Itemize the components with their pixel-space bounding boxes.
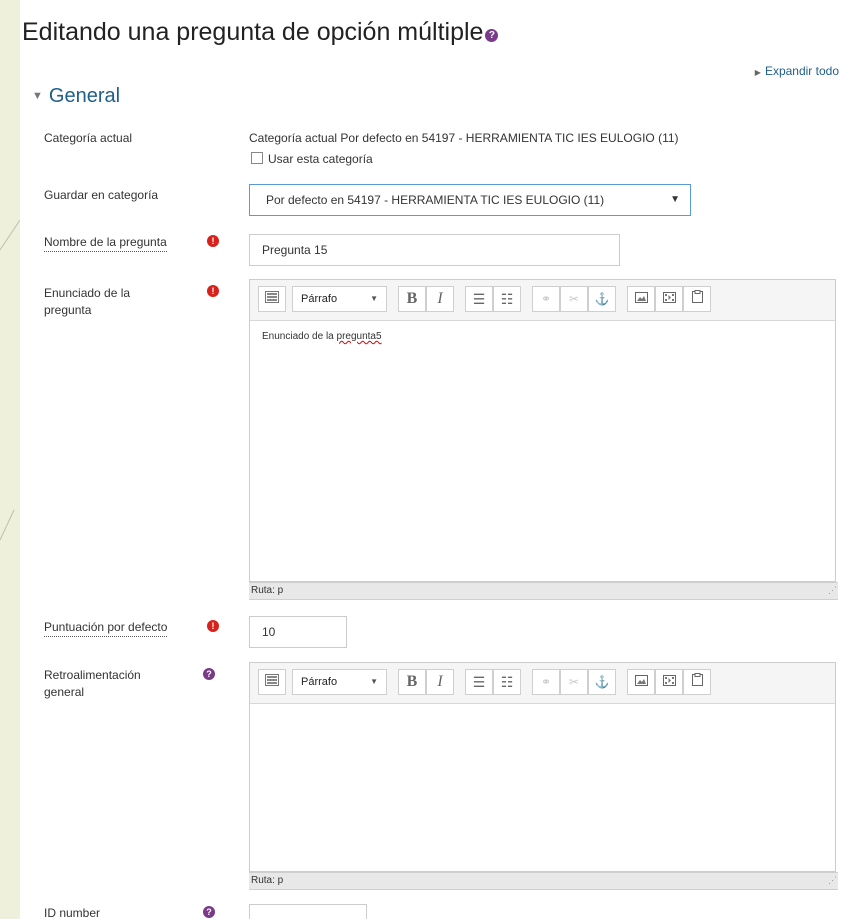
general-feedback-label-line2: general xyxy=(44,685,85,699)
unordered-list-icon[interactable]: ☰ xyxy=(465,286,493,312)
kitchen-sink-icon[interactable] xyxy=(258,669,286,695)
image-icon[interactable] xyxy=(627,669,655,695)
paragraph-format-select[interactable]: Párrafo ▼ xyxy=(292,669,387,695)
expand-all-label: Expandir todo xyxy=(764,64,839,78)
question-name-label: Nombre de la pregunta xyxy=(44,234,167,252)
editor-toolbar: Párrafo ▼ B I ☰ ☷ ⚭ ✂ ⚓ xyxy=(250,663,835,704)
link-icon[interactable]: ⚭ xyxy=(532,286,560,312)
page-title-text: Editando una pregunta de opción múltiple xyxy=(22,18,484,46)
paragraph-format-label: Párrafo xyxy=(301,676,338,688)
general-feedback-editor[interactable]: Párrafo ▼ B I ☰ ☷ ⚭ ✂ ⚓ xyxy=(249,662,836,872)
italic-icon[interactable]: I xyxy=(426,669,454,695)
section-general-toggle[interactable]: ▼ General xyxy=(32,85,120,108)
slide-decoration xyxy=(0,219,20,541)
question-text-editor[interactable]: Párrafo ▼ B I ☰ ☷ ⚭ ✂ ⚓ Enunciado de la p… xyxy=(249,279,836,582)
unlink-icon[interactable]: ✂ xyxy=(560,669,588,695)
title-help-icon[interactable]: ? xyxy=(485,29,499,42)
italic-icon[interactable]: I xyxy=(426,286,454,312)
collapse-caret-icon: ▼ xyxy=(32,90,43,102)
question-text-path: Ruta: p xyxy=(251,585,284,596)
section-general-label: General xyxy=(48,85,121,107)
resize-grip-icon[interactable]: ⋰ xyxy=(828,582,837,598)
question-text-label-line2: pregunta xyxy=(44,303,92,317)
general-feedback-pathbar: Ruta: p ⋰ xyxy=(249,872,838,890)
anchor-icon[interactable]: ⚓ xyxy=(588,286,616,312)
unlink-icon[interactable]: ✂ xyxy=(560,286,588,312)
id-number-label: ID number xyxy=(44,906,101,919)
question-text-content-misspelled: pregunta5 xyxy=(336,331,382,342)
form-panel: Editando una pregunta de opción múltiple… xyxy=(20,0,843,919)
question-name-input[interactable]: Pregunta 15 xyxy=(249,234,620,266)
save-category-label: Guardar en categoría xyxy=(44,188,159,202)
ordered-list-icon[interactable]: ☷ xyxy=(493,669,521,695)
default-mark-label: Puntuación por defecto xyxy=(44,619,168,637)
save-category-selected: Por defecto en 54197 - HERRAMIENTA TIC I… xyxy=(266,193,605,207)
expand-all-link[interactable]: ▶ Expandir todo xyxy=(755,64,839,78)
question-text-pathbar: Ruta: p ⋰ xyxy=(249,582,838,600)
question-text-label: Enunciado de la pregunta xyxy=(44,285,130,319)
unordered-list-icon[interactable]: ☰ xyxy=(465,669,493,695)
default-mark-input[interactable]: 10 xyxy=(249,616,347,648)
kitchen-sink-icon[interactable] xyxy=(258,286,286,312)
ordered-list-icon[interactable]: ☷ xyxy=(493,286,521,312)
required-icon: ! xyxy=(207,620,219,632)
use-category-checkbox[interactable] xyxy=(251,152,263,164)
required-icon: ! xyxy=(207,285,219,297)
media-icon[interactable] xyxy=(655,286,683,312)
format-dropdown-icon: ▼ xyxy=(370,677,378,686)
use-category-row[interactable]: Usar esta categoría xyxy=(251,152,373,166)
use-category-label: Usar esta categoría xyxy=(268,152,373,166)
anchor-icon[interactable]: ⚓ xyxy=(588,669,616,695)
dropdown-arrow-icon: ▼ xyxy=(670,194,680,205)
question-text-content-prefix: Enunciado de la xyxy=(262,331,337,342)
general-feedback-label: Retroalimentación general xyxy=(44,667,141,701)
paragraph-format-select[interactable]: Párrafo ▼ xyxy=(292,286,387,312)
question-text-content[interactable]: Enunciado de la pregunta5 xyxy=(250,321,835,352)
save-category-select[interactable]: Por defecto en 54197 - HERRAMIENTA TIC I… xyxy=(249,184,691,216)
editor-toolbar: Párrafo ▼ B I ☰ ☷ ⚭ ✂ ⚓ xyxy=(250,280,835,321)
link-icon[interactable]: ⚭ xyxy=(532,669,560,695)
format-dropdown-icon: ▼ xyxy=(370,294,378,303)
id-number-input[interactable] xyxy=(249,904,367,919)
general-feedback-content[interactable] xyxy=(250,704,835,724)
expand-triangle-icon: ▶ xyxy=(754,68,761,77)
general-feedback-path: Ruta: p xyxy=(251,875,284,886)
question-text-label-line1: Enunciado de la xyxy=(44,286,131,300)
help-icon[interactable]: ? xyxy=(203,906,215,918)
page-title: Editando una pregunta de opción múltiple… xyxy=(22,18,499,47)
bold-icon[interactable]: B xyxy=(398,286,426,312)
current-category-label: Categoría actual xyxy=(44,131,133,145)
required-icon: ! xyxy=(207,235,219,247)
general-feedback-label-line1: Retroalimentación xyxy=(44,668,141,682)
image-icon[interactable] xyxy=(627,286,655,312)
paragraph-format-label: Párrafo xyxy=(301,293,338,305)
paste-icon[interactable] xyxy=(683,286,711,312)
bold-icon[interactable]: B xyxy=(398,669,426,695)
paste-icon[interactable] xyxy=(683,669,711,695)
current-category-value: Categoría actual Por defecto en 54197 - … xyxy=(249,131,679,145)
media-icon[interactable] xyxy=(655,669,683,695)
resize-grip-icon[interactable]: ⋰ xyxy=(828,872,837,888)
help-icon[interactable]: ? xyxy=(203,668,215,680)
